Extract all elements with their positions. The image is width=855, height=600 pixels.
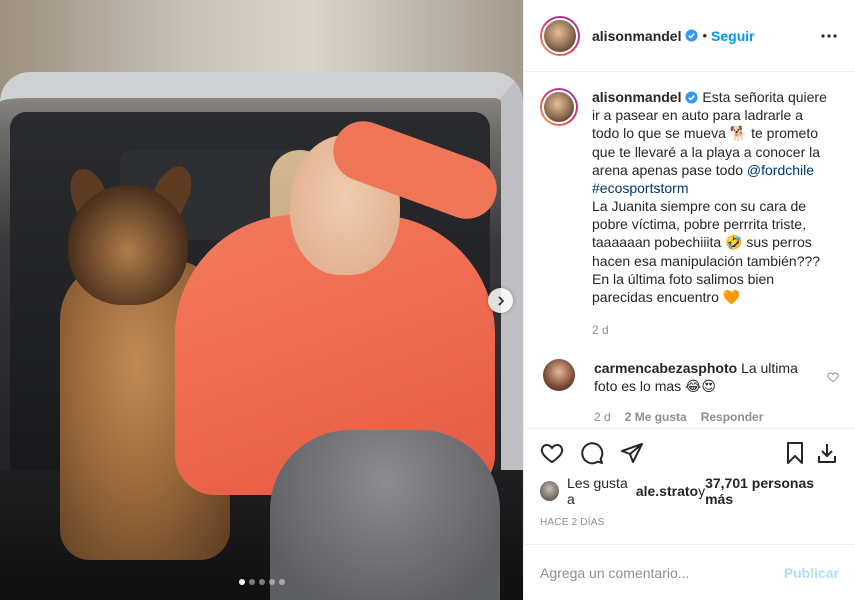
share-icon[interactable]	[620, 441, 644, 465]
add-comment-bar: Publicar	[524, 544, 855, 600]
reply-button[interactable]: Responder	[701, 408, 764, 426]
author-avatar[interactable]	[540, 15, 580, 56]
caption-author[interactable]: alisonmandel	[592, 89, 681, 105]
verified-badge-icon	[685, 91, 699, 104]
post-actions: Les gusta a ale.strato y 37,701 personas…	[524, 428, 855, 544]
mention-link[interactable]: @fordchile	[747, 162, 814, 178]
comment-body: carmencabezasphoto La ultima foto es lo …	[594, 359, 819, 426]
more-options-icon	[821, 33, 837, 38]
post-date[interactable]: HACE 2 DÍAS	[540, 517, 839, 544]
post-header: alisonmandel • Seguir	[524, 0, 855, 72]
more-options-button[interactable]	[819, 26, 839, 46]
header-separator: •	[702, 28, 708, 43]
comment-icon[interactable]	[580, 441, 604, 465]
likes-count[interactable]: 37,701 personas más	[705, 475, 839, 507]
comment-like-heart-icon[interactable]	[827, 371, 839, 383]
carousel-next-button[interactable]	[488, 288, 513, 313]
caption-author-avatar[interactable]	[540, 88, 578, 126]
dog-emoji: 🐕	[729, 126, 748, 142]
photo-dog-head	[68, 185, 188, 305]
comment-input[interactable]	[540, 564, 784, 581]
likes-summary: Les gusta a ale.strato y 37,701 personas…	[540, 475, 839, 507]
carousel-dot	[268, 579, 275, 585]
download-icon[interactable]	[815, 441, 839, 465]
photo-woman-jeans	[270, 430, 500, 600]
carousel-dot	[258, 579, 265, 585]
publish-button[interactable]: Publicar	[784, 565, 839, 581]
hashtag-link[interactable]: #ecosportstorm	[592, 180, 688, 196]
heart-icon[interactable]	[540, 441, 564, 465]
follow-button[interactable]: Seguir	[711, 28, 755, 44]
action-icons-right	[783, 441, 839, 465]
laughing-emoji: 🤣	[725, 235, 743, 251]
comment-emojis: 😂😍	[685, 379, 716, 395]
carousel-dot-active	[238, 579, 245, 585]
author-username[interactable]: alisonmandel	[592, 28, 681, 44]
comment-item: carmencabezasphoto La ultima foto es lo …	[540, 359, 839, 426]
post-photo[interactable]	[0, 0, 523, 600]
carousel-dot	[278, 579, 285, 585]
verified-badge-icon	[685, 29, 699, 42]
bookmark-icon[interactable]	[783, 441, 807, 465]
caption-body: alisonmandel Esta señorita quiere ir a p…	[592, 88, 832, 339]
action-icons	[540, 441, 839, 465]
instagram-post: alisonmandel • Seguir alisonmandel Esta …	[0, 0, 855, 600]
comment-timestamp[interactable]: 2 d	[594, 408, 611, 426]
comment-likes[interactable]: 2 Me gusta	[625, 408, 687, 426]
comments-area[interactable]: alisonmandel Esta señorita quiere ir a p…	[524, 72, 855, 428]
post-side-panel: alisonmandel • Seguir alisonmandel Esta …	[523, 0, 855, 600]
carousel-indicator	[0, 579, 523, 585]
caption-timestamp[interactable]: 2 d	[592, 321, 832, 339]
likes-prefix: Les gusta a	[567, 475, 628, 507]
carousel-dot	[248, 579, 255, 585]
liker-avatar[interactable]	[540, 481, 560, 501]
caption: alisonmandel Esta señorita quiere ir a p…	[540, 88, 839, 339]
commenter-username[interactable]: carmencabezasphoto	[594, 360, 737, 376]
chevron-right-icon	[497, 295, 504, 306]
commenter-avatar[interactable]	[543, 359, 575, 391]
orange-heart-emoji: 🧡	[722, 290, 741, 306]
liker-username[interactable]: ale.strato	[636, 483, 698, 499]
comment-meta: 2 d 2 Me gusta Responder	[594, 408, 819, 426]
likes-middle: y	[698, 483, 706, 499]
